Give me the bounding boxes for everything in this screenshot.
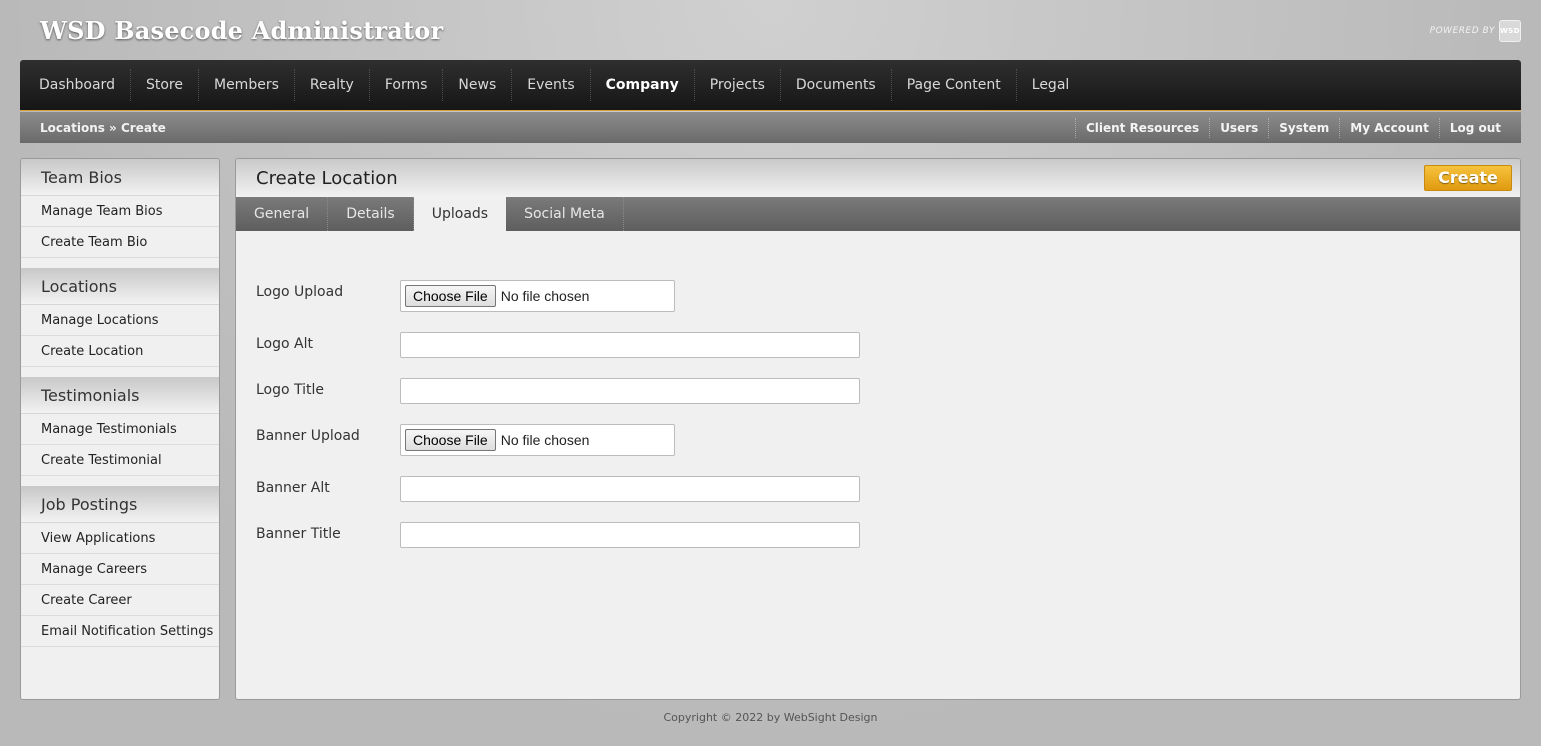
banner-no-file-text: No file chosen <box>500 432 590 448</box>
banner-alt-label: Banner Alt <box>256 480 330 496</box>
util-link-client-resources[interactable]: Client Resources <box>1074 117 1209 138</box>
sidebar-item-create-testimonial[interactable]: Create Testimonial <box>21 445 219 476</box>
banner-title-label: Banner Title <box>256 526 341 542</box>
sidebar-heading: Job Postings <box>21 486 219 523</box>
powered-by: POWERED BY WSD <box>1430 20 1521 42</box>
sub-nav: Locations » Create Client Resources Users… <box>20 112 1521 143</box>
logo-title-label: Logo Title <box>256 382 325 398</box>
nav-item-realty[interactable]: Realty <box>295 69 370 101</box>
logo-upload-input[interactable]: Choose File No file chosen <box>400 280 675 312</box>
logo-choose-file-button[interactable]: Choose File <box>405 285 496 307</box>
tab-general[interactable]: General <box>236 197 329 231</box>
logo-upload-label: Logo Upload <box>256 284 344 300</box>
sidebar-item-create-location[interactable]: Create Location <box>21 336 219 367</box>
nav-item-forms[interactable]: Forms <box>370 69 444 101</box>
banner-title-input[interactable] <box>400 522 860 548</box>
tab-details[interactable]: Details <box>328 197 414 231</box>
sidebar-group-team-bios: Team Bios Manage Team Bios Create Team Bio <box>21 159 219 258</box>
sidebar-item-manage-locations[interactable]: Manage Locations <box>21 305 219 336</box>
tab-social-meta[interactable]: Social Meta <box>506 197 624 231</box>
panel-header: Create Location Create <box>236 159 1520 197</box>
util-link-users[interactable]: Users <box>1209 117 1268 138</box>
sidebar-heading: Locations <box>21 268 219 305</box>
nav-item-page-content[interactable]: Page Content <box>892 69 1017 101</box>
create-button[interactable]: Create <box>1424 165 1512 191</box>
sidebar-item-email-notification-settings[interactable]: Email Notification Settings <box>21 616 219 647</box>
tab-bar: General Details Uploads Social Meta <box>236 197 1520 231</box>
sidebar-group-job-postings: Job Postings View Applications Manage Care… <box>21 486 219 647</box>
sidebar-group-testimonials: Testimonials Manage Testimonials Create Te… <box>21 377 219 476</box>
banner-alt-input[interactable] <box>400 476 860 502</box>
nav-item-store[interactable]: Store <box>131 69 199 101</box>
banner-upload-input[interactable]: Choose File No file chosen <box>400 424 675 456</box>
banner-choose-file-button[interactable]: Choose File <box>405 429 496 451</box>
sidebar-heading: Team Bios <box>21 159 219 196</box>
logo-alt-input[interactable] <box>400 332 860 358</box>
footer-copyright: Copyright © 2022 by WebSight Design <box>663 711 878 724</box>
sidebar-item-manage-testimonials[interactable]: Manage Testimonials <box>21 414 219 445</box>
sidebar-item-view-applications[interactable]: View Applications <box>21 523 219 554</box>
logo-alt-label: Logo Alt <box>256 336 313 352</box>
sidebar-group-locations: Locations Manage Locations Create Location <box>21 268 219 367</box>
nav-item-dashboard[interactable]: Dashboard <box>24 69 131 101</box>
banner-upload-label: Banner Upload <box>256 428 360 444</box>
util-link-my-account[interactable]: My Account <box>1339 117 1439 138</box>
main-panel: Create Location Create General Details Upl… <box>235 158 1521 700</box>
powered-by-text: POWERED BY <box>1429 26 1495 36</box>
sidebar: Team Bios Manage Team Bios Create Team Bio… <box>20 158 220 700</box>
nav-item-news[interactable]: News <box>443 69 513 101</box>
utility-nav: Client Resources Users System My Account Log… <box>1074 117 1501 138</box>
nav-item-documents[interactable]: Documents <box>781 69 892 101</box>
logo-no-file-text: No file chosen <box>500 288 590 304</box>
sidebar-heading: Testimonials <box>21 377 219 414</box>
nav-item-company[interactable]: Company <box>591 69 695 101</box>
nav-item-members[interactable]: Members <box>199 69 295 101</box>
util-link-system[interactable]: System <box>1268 117 1339 138</box>
main-nav: Dashboard Store Members Realty Forms News Even… <box>20 60 1521 111</box>
nav-item-events[interactable]: Events <box>512 69 591 101</box>
logo-title-input[interactable] <box>400 378 860 404</box>
site-title: WSD Basecode Administrator <box>40 16 444 45</box>
nav-item-projects[interactable]: Projects <box>695 69 781 101</box>
page-title: Create Location <box>256 168 398 189</box>
breadcrumb: Locations » Create <box>40 120 166 135</box>
sidebar-item-manage-team-bios[interactable]: Manage Team Bios <box>21 196 219 227</box>
sidebar-item-create-team-bio[interactable]: Create Team Bio <box>21 227 219 258</box>
tab-uploads[interactable]: Uploads <box>413 197 507 231</box>
util-link-log-out[interactable]: Log out <box>1438 117 1501 138</box>
sidebar-item-create-career[interactable]: Create Career <box>21 585 219 616</box>
nav-item-legal[interactable]: Legal <box>1017 69 1085 101</box>
sidebar-item-manage-careers[interactable]: Manage Careers <box>21 554 219 585</box>
wsd-logo-icon: WSD <box>1499 20 1521 42</box>
